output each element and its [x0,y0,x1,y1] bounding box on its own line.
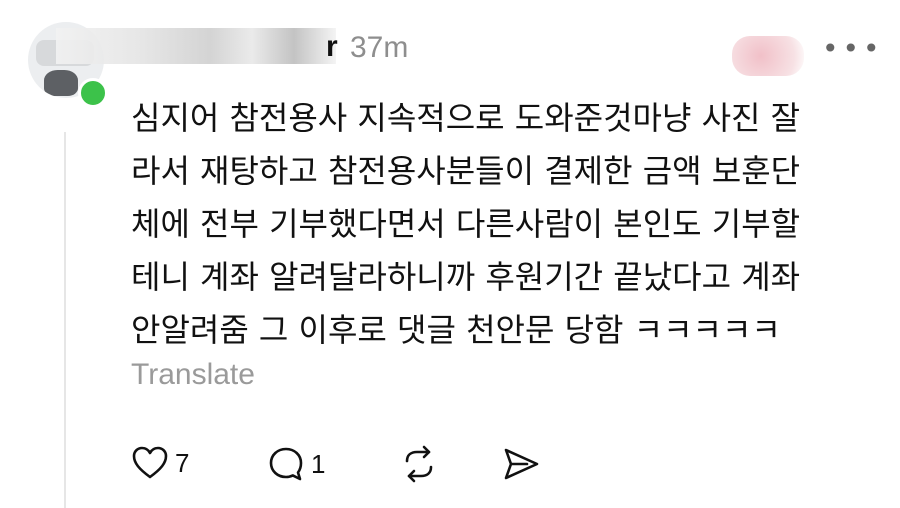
post-timestamp: 37m [350,31,409,64]
translate-link[interactable]: Translate [131,358,255,392]
repost-button[interactable] [399,445,439,483]
replier-avatar-blur[interactable] [732,36,804,76]
thread-line [64,132,66,508]
username[interactable]: r [326,30,338,64]
more-options-icon[interactable]: ••• [822,32,884,65]
reply-button[interactable]: 1 [267,445,325,483]
post-text-line: 테니 계좌 알려달라하니까 후원기간 끝났다고 계좌 [131,258,801,296]
comment-icon [269,447,303,481]
like-count: 7 [175,447,190,478]
post-text-line: 라서 재탕하고 참전용사분들이 결제한 금액 보훈단 [131,152,801,190]
username-blur [56,28,336,64]
send-icon [504,448,539,480]
avatar-figure [44,70,78,96]
post-text-line: 심지어 참전용사 지속적으로 도와준것마냥 사진 잘 [131,99,801,137]
share-button[interactable] [501,445,541,483]
heart-icon [132,446,168,479]
reply-count: 1 [311,448,326,479]
like-button[interactable]: 7 [131,445,189,481]
post-text-line: 안알려줌 그 이후로 댓글 천안문 당함 ㅋㅋㅋㅋㅋ [131,311,781,349]
online-status-dot [78,78,108,108]
post-body: 심지어 참전용사 지속적으로 도와준것마냥 사진 잘 라서 재탕하고 참전용사분… [131,92,871,357]
post-text-line: 체에 전부 기부했다면서 다른사람이 본인도 기부할 [131,205,801,243]
repost-icon [405,445,433,483]
